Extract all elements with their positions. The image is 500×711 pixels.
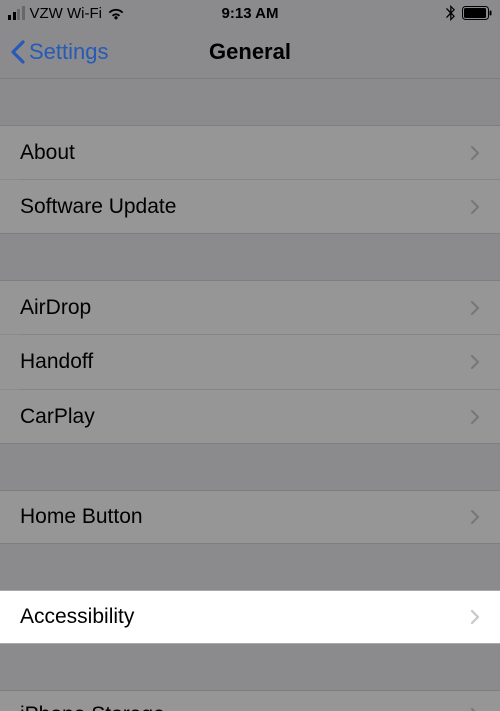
chevron-right-icon [470,300,480,316]
row-label: About [20,141,75,165]
status-left: VZW Wi-Fi [8,5,125,22]
cell-signal-icon [8,6,25,20]
row-handoff[interactable]: Handoff [0,335,500,389]
carrier-label: VZW Wi-Fi [30,5,102,22]
chevron-right-icon [470,145,480,161]
back-label: Settings [29,39,109,65]
row-label: CarPlay [20,405,95,429]
chevron-right-icon [470,707,480,711]
row-label: AirDrop [20,296,91,320]
page-title: General [209,39,291,65]
content[interactable]: About Software Update AirDrop Handoff [0,79,500,711]
row-label: Software Update [20,195,176,219]
group-spacer [0,79,500,125]
settings-general-screen: { "status": { "carrier": "VZW Wi-Fi", "t… [0,0,500,711]
chevron-right-icon [470,409,480,425]
wifi-icon [107,7,125,20]
row-label: Accessibility [20,605,134,629]
row-home-button[interactable]: Home Button [0,490,500,544]
row-software-update[interactable]: Software Update [0,180,500,234]
back-button[interactable]: Settings [10,39,109,65]
bluetooth-icon [446,5,455,21]
group-spacer [0,444,500,490]
status-bar: VZW Wi-Fi 9:13 AM [0,0,500,26]
row-accessibility[interactable]: Accessibility [0,590,500,644]
nav-bar: Settings General [0,26,500,79]
clock: 9:13 AM [222,5,279,22]
chevron-left-icon [10,40,25,64]
group-spacer [0,644,500,690]
row-carplay[interactable]: CarPlay [0,390,500,444]
group-spacer [0,544,500,590]
row-label: Home Button [20,505,143,529]
row-airdrop[interactable]: AirDrop [0,280,500,334]
chevron-right-icon [470,509,480,525]
chevron-right-icon [470,609,480,625]
chevron-right-icon [470,354,480,370]
row-label: iPhone Storage [20,703,165,711]
row-iphone-storage[interactable]: iPhone Storage [0,690,500,711]
status-right [446,5,492,21]
group-spacer [0,234,500,280]
battery-icon [462,6,492,20]
chevron-right-icon [470,199,480,215]
row-about[interactable]: About [0,125,500,179]
row-label: Handoff [20,350,93,374]
